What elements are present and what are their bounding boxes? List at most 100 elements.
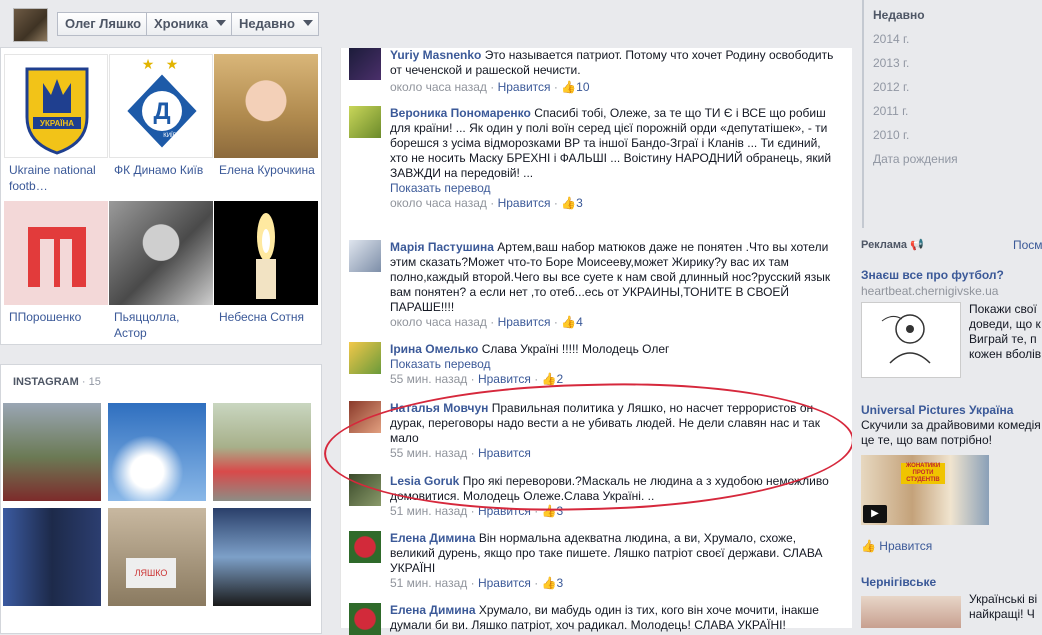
- thumbs-up-icon: 👍: [561, 80, 577, 94]
- ad-title[interactable]: Universal Pictures Україна: [861, 403, 1013, 417]
- like-link[interactable]: Нравится: [498, 315, 551, 329]
- like-link[interactable]: Нравится: [498, 196, 551, 210]
- like-link[interactable]: Нравится: [478, 446, 531, 460]
- chevron-down-icon: [302, 20, 313, 26]
- ad-title[interactable]: Знаєш все про футбол?: [861, 268, 1004, 282]
- instagram-photo[interactable]: [3, 403, 101, 501]
- recent-dropdown[interactable]: Недавно: [231, 12, 319, 36]
- comment-time[interactable]: около часа назад: [390, 315, 487, 329]
- year-recent[interactable]: Недавно: [873, 8, 925, 22]
- like-link[interactable]: Нравится: [498, 80, 551, 94]
- star-icon: ★: [166, 56, 179, 72]
- instagram-photo[interactable]: [213, 403, 311, 501]
- like-tile-nebesna-sotnya[interactable]: Небесна Сотня: [214, 201, 318, 347]
- instagram-panel: INSTAGRAM · 15 ЛЯШКО: [0, 364, 322, 634]
- comment-time[interactable]: около часа назад: [390, 80, 487, 94]
- year-2011[interactable]: 2011 г.: [873, 104, 908, 118]
- commenter-name[interactable]: Марія Пастушина: [390, 240, 494, 254]
- show-translation-link[interactable]: Показать перевод: [390, 357, 840, 372]
- chevron-down-icon: [216, 20, 227, 26]
- commenter-avatar[interactable]: [349, 401, 381, 433]
- comment-time[interactable]: 51 мин. назад: [390, 576, 467, 590]
- like-caption[interactable]: Ukraine national footb…: [9, 162, 105, 194]
- ad-like-button[interactable]: 👍 Нравится: [861, 539, 932, 553]
- timeline-header: Олег Ляшко Хроника Недавно: [0, 0, 850, 48]
- commenter-name[interactable]: Елена Димина: [390, 531, 476, 545]
- ad-image[interactable]: [861, 596, 961, 628]
- comment-time[interactable]: 51 мин. назад: [390, 504, 467, 518]
- commenter-name[interactable]: Ірина Омелько: [390, 342, 478, 356]
- instagram-photo[interactable]: [3, 508, 101, 606]
- commenter-avatar[interactable]: [349, 342, 381, 374]
- commenter-name[interactable]: Вероника Пономаренко: [390, 106, 531, 120]
- like-count[interactable]: 3: [557, 576, 564, 590]
- comment-time[interactable]: 55 мин. назад: [390, 446, 467, 460]
- year-2014[interactable]: 2014 г.: [873, 32, 909, 46]
- profile-avatar[interactable]: [13, 8, 48, 42]
- like-caption[interactable]: Пьяццолла, Астор: [114, 309, 210, 341]
- ad-title[interactable]: Чернігівське: [861, 575, 936, 589]
- like-caption[interactable]: ППорошенко: [9, 309, 105, 325]
- timeline-dropdown[interactable]: Хроника: [146, 12, 232, 36]
- comment-text: Слава Україні !!!!! Молодець Олег: [481, 342, 670, 356]
- ad-text: Українські ві найкращі! Ч: [969, 592, 1038, 621]
- piazzolla-photo: [109, 201, 213, 305]
- commenter-name[interactable]: Наталья Мовчун: [390, 401, 488, 415]
- like-tile-piazzolla[interactable]: Пьяццолла, Астор: [109, 201, 213, 347]
- like-link[interactable]: Нравится: [478, 372, 531, 386]
- instagram-photo[interactable]: [108, 403, 206, 501]
- like-tile-dynamo[interactable]: ★ ★ Д КИЇВ ФК Динамо Київ: [109, 54, 213, 200]
- thumbs-up-icon: 👍: [861, 539, 876, 553]
- like-link[interactable]: Нравится: [478, 576, 531, 590]
- svg-text:Д: Д: [153, 98, 170, 125]
- svg-text:КИЇВ: КИЇВ: [163, 132, 176, 139]
- year-2012[interactable]: 2012 г.: [873, 80, 909, 94]
- like-link[interactable]: Нравится: [478, 504, 531, 518]
- commenter-name[interactable]: Елена Димина: [390, 603, 476, 617]
- like-count[interactable]: 3: [576, 196, 583, 210]
- like-caption[interactable]: Елена Курочкина: [219, 162, 315, 178]
- like-count[interactable]: 10: [576, 80, 589, 94]
- instagram-photo[interactable]: ЛЯШКО: [108, 508, 206, 606]
- sign-text: ЛЯШКО: [126, 558, 176, 588]
- year-2013[interactable]: 2013 г.: [873, 56, 909, 70]
- ad-movie-poster[interactable]: ЖОНАТИКИ ПРОТИ СТУДЕНТІВ ▶: [861, 455, 989, 525]
- play-icon[interactable]: ▶: [863, 505, 887, 523]
- ad-text: Скучили за драйвовими комедія це те, що в…: [861, 418, 1041, 447]
- show-translation-link[interactable]: Показать перевод: [390, 181, 840, 196]
- ad-image[interactable]: [861, 302, 961, 378]
- commenter-name[interactable]: Lesia Goruk: [390, 474, 459, 488]
- year-2010[interactable]: 2010 г.: [873, 128, 909, 142]
- see-more-link[interactable]: Посм: [1013, 238, 1042, 252]
- like-tile-elena[interactable]: Елена Курочкина: [214, 54, 318, 200]
- commenter-avatar[interactable]: [349, 48, 381, 80]
- comment-time[interactable]: около часа назад: [390, 196, 487, 210]
- like-tile-poroshenko[interactable]: ППорошенко: [4, 201, 108, 347]
- like-count[interactable]: 4: [576, 315, 583, 329]
- commenter-avatar[interactable]: [349, 240, 381, 272]
- like-count[interactable]: 3: [557, 504, 564, 518]
- profile-name: Олег Ляшко: [65, 16, 142, 31]
- ads-heading: Реклама 📢: [861, 239, 924, 251]
- instagram-photo[interactable]: [213, 508, 311, 606]
- ukraine-logo: УКРАЇНА: [4, 54, 108, 158]
- commenter-avatar[interactable]: [349, 531, 381, 563]
- commenter-name[interactable]: Yuriy Masnenko: [390, 48, 481, 62]
- like-caption[interactable]: ФК Динамо Київ: [114, 162, 210, 178]
- like-count[interactable]: 2: [557, 372, 564, 386]
- like-tile-ukraine[interactable]: УКРАЇНА Ukraine national footb…: [4, 54, 108, 200]
- thumbs-up-icon: 👍: [541, 504, 557, 518]
- commenter-avatar[interactable]: [349, 603, 381, 635]
- comment-time[interactable]: 55 мин. назад: [390, 372, 467, 386]
- like-caption[interactable]: Небесна Сотня: [219, 309, 315, 325]
- profile-name-button[interactable]: Олег Ляшко: [57, 12, 147, 36]
- megaphone-icon: 📢: [910, 239, 924, 251]
- elena-photo: [214, 54, 318, 158]
- commenter-avatar[interactable]: [349, 474, 381, 506]
- ad-url[interactable]: heartbeat.chernigivske.ua: [861, 284, 998, 298]
- year-birth[interactable]: Дата рождения: [873, 152, 958, 166]
- commenter-avatar[interactable]: [349, 106, 381, 138]
- candle-image: [214, 201, 318, 305]
- instagram-heading[interactable]: INSTAGRAM · 15: [13, 376, 101, 388]
- timeline-label: Хроника: [154, 16, 209, 31]
